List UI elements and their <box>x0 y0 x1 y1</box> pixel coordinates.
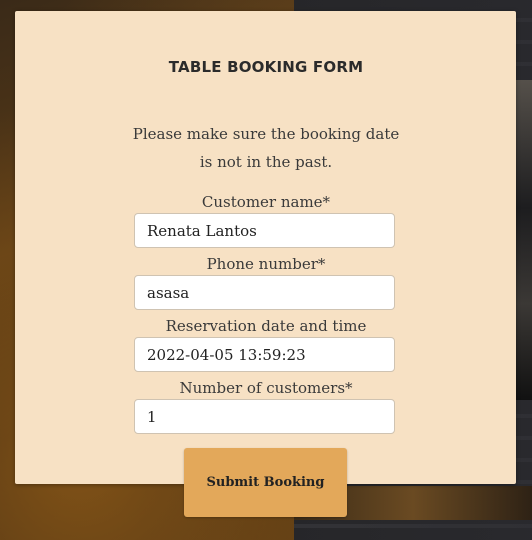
submit-booking-button[interactable]: Submit Booking <box>184 448 347 517</box>
notice-line-2: is not in the past. <box>199 153 333 171</box>
reservation-datetime-label: Reservation date and time <box>165 317 367 335</box>
customer-count-label: Number of customers* <box>179 379 353 397</box>
notice-line-1: Please make sure the booking date <box>132 125 400 143</box>
customer-count-input[interactable]: 1 <box>134 399 395 434</box>
booking-date-notice: Please make sure the booking date is not… <box>0 120 532 176</box>
reservation-datetime-input[interactable]: 2022-04-05 13:59:23 <box>134 337 395 372</box>
phone-number-label: Phone number* <box>206 255 326 273</box>
customer-name-input[interactable]: Renata Lantos <box>134 213 395 248</box>
phone-number-value: asasa <box>147 283 190 302</box>
customer-name-value: Renata Lantos <box>147 221 257 240</box>
reservation-datetime-value: 2022-04-05 13:59:23 <box>147 345 306 364</box>
phone-number-input[interactable]: asasa <box>134 275 395 310</box>
customer-count-value: 1 <box>147 407 157 426</box>
form-title: TABLE BOOKING FORM <box>168 58 364 76</box>
customer-name-label: Customer name* <box>201 193 331 211</box>
